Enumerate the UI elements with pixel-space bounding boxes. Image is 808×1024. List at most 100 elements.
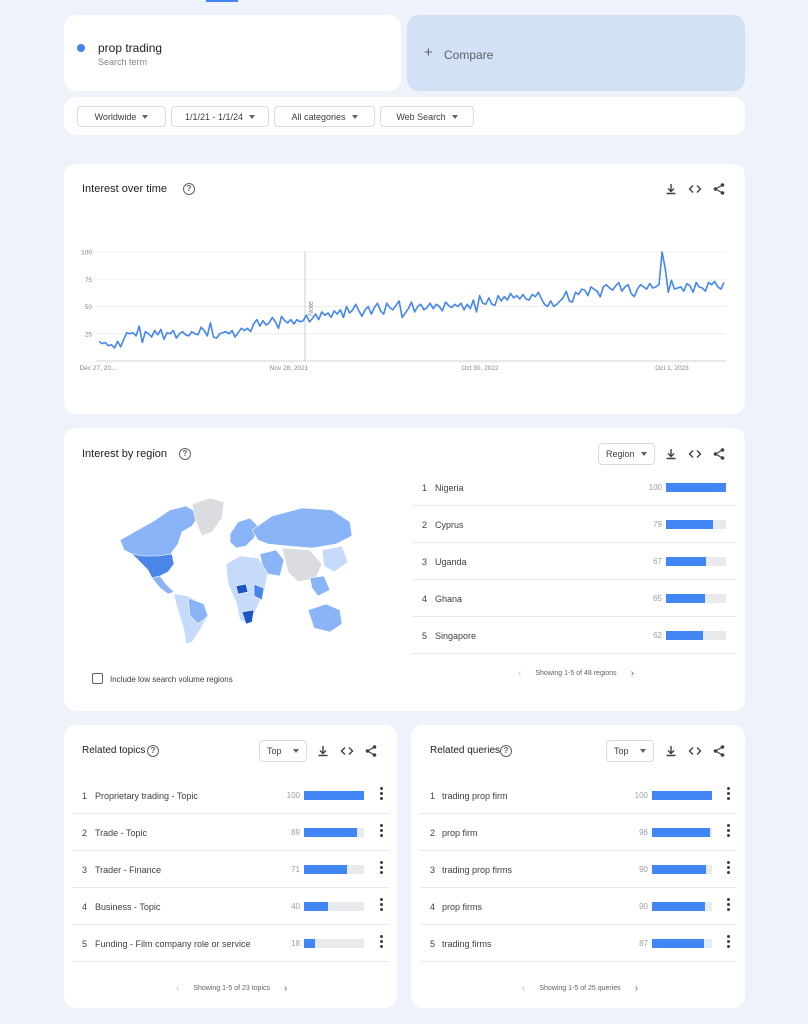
chevron-right-icon[interactable]: ›: [631, 668, 634, 679]
item-bar-fill: [304, 939, 315, 948]
map-region-east-asia: [321, 545, 349, 573]
share-icon[interactable]: [712, 744, 726, 758]
list-item[interactable]: 4 Business - Topic 40: [72, 888, 389, 925]
item-label[interactable]: trading prop firm: [442, 791, 508, 801]
chevron-right-icon[interactable]: ›: [635, 983, 638, 994]
item-value: 71: [291, 865, 300, 874]
list-item[interactable]: 3 Trader - Finance 71: [72, 851, 389, 888]
download-icon[interactable]: [664, 744, 678, 758]
interest-over-time-chart[interactable]: 25 50 75 100 Note Dec 27, 20... Nov 28, 2021…: [76, 240, 736, 380]
list-item[interactable]: 4 prop firms 90: [420, 888, 736, 925]
region-dropdown-label: Region: [606, 449, 635, 459]
item-value: 90: [639, 865, 648, 874]
more-vert-icon[interactable]: [727, 861, 731, 876]
list-item[interactable]: 2 Cyprus 79: [412, 506, 736, 543]
list-item[interactable]: 1 trading prop firm 100: [420, 777, 736, 814]
plus-icon: +: [424, 44, 433, 61]
item-bar-fill: [666, 594, 705, 603]
caret-down-icon: [451, 114, 458, 119]
download-icon[interactable]: [664, 182, 678, 196]
chevron-left-icon[interactable]: ‹: [518, 668, 521, 679]
chevron-right-icon[interactable]: ›: [284, 983, 287, 994]
share-icon[interactable]: [364, 744, 378, 758]
item-label[interactable]: trading prop firms: [442, 865, 512, 875]
more-vert-icon[interactable]: [727, 787, 731, 802]
more-vert-icon[interactable]: [727, 824, 731, 839]
chevron-left-icon[interactable]: ‹: [522, 983, 525, 994]
item-label[interactable]: Uganda: [435, 557, 467, 567]
caret-down-icon: [640, 749, 646, 753]
item-label[interactable]: prop firm: [442, 828, 478, 838]
item-value: 40: [291, 902, 300, 911]
item-value: 67: [653, 557, 662, 566]
embed-icon[interactable]: [340, 744, 354, 758]
y-tick-label: 25: [85, 331, 93, 338]
item-bar-track: [652, 865, 712, 874]
queries-pager: ‹ Showing 1-5 of 25 queries ›: [522, 983, 638, 994]
y-tick-label: 75: [85, 277, 93, 284]
item-label[interactable]: Cyprus: [435, 520, 464, 530]
more-vert-icon[interactable]: [380, 935, 384, 950]
embed-icon[interactable]: [688, 182, 702, 196]
item-label[interactable]: trading firms: [442, 939, 492, 949]
region-resolution-dropdown[interactable]: Region: [598, 443, 655, 465]
help-icon[interactable]: ?: [183, 183, 195, 195]
location-filter-label: Worldwide: [94, 111, 137, 122]
item-label[interactable]: prop firms: [442, 902, 482, 912]
related-queries-dropdown[interactable]: Top: [606, 740, 654, 762]
help-icon[interactable]: ?: [500, 745, 512, 757]
item-label[interactable]: Trader - Finance: [95, 865, 161, 875]
topics-pager: ‹ Showing 1-5 of 23 topics ›: [176, 983, 287, 994]
list-item[interactable]: 5 Funding - Film company role or service 1…: [72, 925, 389, 962]
item-label[interactable]: Singapore: [435, 631, 476, 641]
compare-button[interactable]: + Compare: [407, 15, 745, 91]
item-bar-track: [666, 520, 726, 529]
list-item[interactable]: 2 Trade - Topic 89: [72, 814, 389, 851]
item-bar-track: [652, 902, 712, 911]
item-bar-track: [304, 939, 364, 948]
item-bar-track: [666, 631, 726, 640]
download-icon[interactable]: [664, 447, 678, 461]
list-item[interactable]: 5 Singapore 62: [412, 617, 736, 654]
item-bar-fill: [666, 520, 714, 529]
list-item[interactable]: 1 Nigeria 100: [412, 469, 736, 506]
world-map[interactable]: [112, 492, 357, 647]
embed-icon[interactable]: [688, 744, 702, 758]
location-filter[interactable]: Worldwide: [77, 106, 166, 127]
date-filter[interactable]: 1/1/21 - 1/1/24: [171, 106, 269, 127]
list-item[interactable]: 1 Proprietary trading - Topic 100: [72, 777, 389, 814]
list-item[interactable]: 2 prop firm 96: [420, 814, 736, 851]
related-topics-dropdown[interactable]: Top: [259, 740, 307, 762]
share-icon[interactable]: [712, 447, 726, 461]
item-label[interactable]: Ghana: [435, 594, 462, 604]
item-label[interactable]: Trade - Topic: [95, 828, 147, 838]
item-label[interactable]: Nigeria: [435, 483, 464, 493]
more-vert-icon[interactable]: [380, 787, 384, 802]
more-vert-icon[interactable]: [380, 861, 384, 876]
chevron-left-icon[interactable]: ‹: [176, 983, 179, 994]
map-region-australia: [307, 603, 343, 633]
embed-icon[interactable]: [688, 447, 702, 461]
active-tab-indicator: [206, 0, 238, 2]
download-icon[interactable]: [316, 744, 330, 758]
item-label[interactable]: Proprietary trading - Topic: [95, 791, 198, 801]
help-icon[interactable]: ?: [147, 745, 159, 757]
low-volume-checkbox[interactable]: [92, 673, 103, 684]
more-vert-icon[interactable]: [727, 898, 731, 913]
chart-gridlines: [96, 251, 726, 362]
more-vert-icon[interactable]: [380, 824, 384, 839]
category-filter[interactable]: All categories: [274, 106, 375, 127]
item-value: 100: [634, 791, 648, 800]
list-item[interactable]: 5 trading firms 87: [420, 925, 736, 962]
search-term-name[interactable]: prop trading: [98, 41, 162, 55]
share-icon[interactable]: [712, 182, 726, 196]
item-label[interactable]: Business - Topic: [95, 902, 160, 912]
list-item[interactable]: 3 trading prop firms 90: [420, 851, 736, 888]
more-vert-icon[interactable]: [380, 898, 384, 913]
list-item[interactable]: 3 Uganda 67: [412, 543, 736, 580]
help-icon[interactable]: ?: [179, 448, 191, 460]
item-label[interactable]: Funding - Film company role or service: [95, 939, 251, 949]
list-item[interactable]: 4 Ghana 65: [412, 580, 736, 617]
more-vert-icon[interactable]: [727, 935, 731, 950]
search-type-filter[interactable]: Web Search: [380, 106, 474, 127]
